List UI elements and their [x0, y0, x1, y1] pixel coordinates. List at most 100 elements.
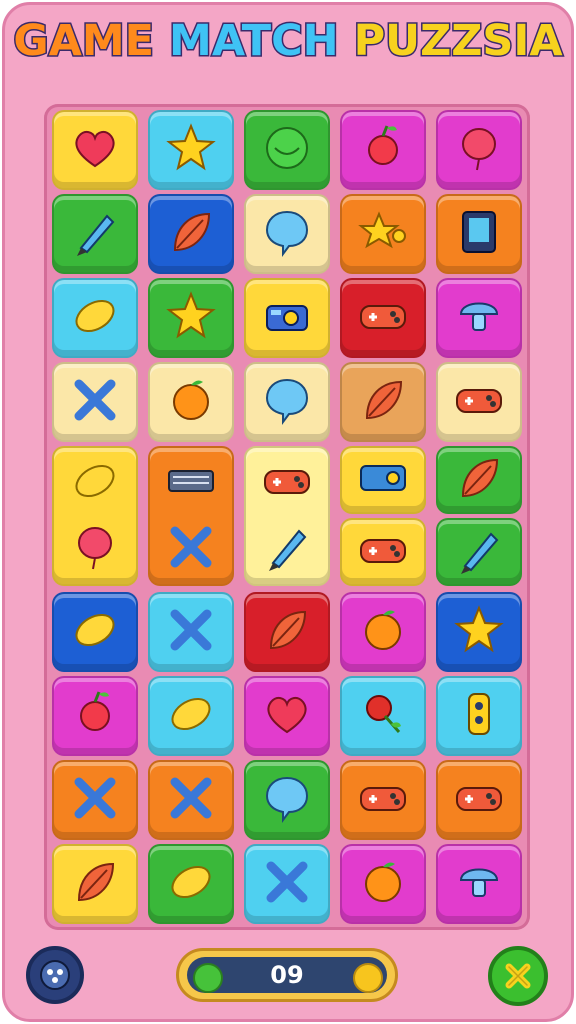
- gamepad-icon: [259, 453, 315, 513]
- title-word-3: PUZZSIA: [352, 15, 564, 68]
- tile-double-c2[interactable]: [244, 446, 330, 586]
- tile-r1-c4[interactable]: [436, 194, 522, 274]
- tile-lower-r1-c2[interactable]: [244, 676, 330, 756]
- balloon-icon: [67, 519, 123, 579]
- leaf-icon: [259, 602, 315, 662]
- title-word-1: GAME: [12, 15, 156, 68]
- tile-lower-r0-c0[interactable]: [52, 592, 138, 672]
- gamepad-icon: [355, 770, 411, 830]
- tile-double-c0[interactable]: [52, 446, 138, 586]
- close-icon: [505, 963, 531, 989]
- tile-r3-c0[interactable]: [52, 362, 138, 442]
- tile-r3-c3[interactable]: [340, 362, 426, 442]
- tile-lower-r3-c4[interactable]: [436, 844, 522, 924]
- tile-r1-c1[interactable]: [148, 194, 234, 274]
- tile-double-c1[interactable]: [148, 446, 234, 586]
- tile-lower-r2-c3[interactable]: [340, 760, 426, 840]
- star-icon: [451, 602, 507, 662]
- rose-icon: [355, 686, 411, 746]
- gamepad-icon: [355, 522, 411, 582]
- lemon-icon: [67, 453, 123, 513]
- device-icon: [451, 204, 507, 264]
- heart-icon: [67, 120, 123, 180]
- tile-r1-c0[interactable]: [52, 194, 138, 274]
- tile-r3-c4[interactable]: [436, 362, 522, 442]
- tile-r3-c1[interactable]: [148, 362, 234, 442]
- cassette-icon: [355, 450, 411, 510]
- speech-bubble-icon: [259, 770, 315, 830]
- tile-r2-c0[interactable]: [52, 278, 138, 358]
- tile-lower-r1-c1[interactable]: [148, 676, 234, 756]
- cross-icon: [163, 770, 219, 830]
- tile-lower-r0-c4[interactable]: [436, 592, 522, 672]
- tile-r2-c3[interactable]: [340, 278, 426, 358]
- cross-icon: [163, 602, 219, 662]
- tile-split-bottom-c3[interactable]: [340, 518, 426, 586]
- gamepad-icon: [355, 288, 411, 348]
- tile-lower-r1-c0[interactable]: [52, 676, 138, 756]
- tile-lower-r1-c4[interactable]: [436, 676, 522, 756]
- tile-r1-c3[interactable]: [340, 194, 426, 274]
- star-icon: [163, 120, 219, 180]
- tile-r1-c2[interactable]: [244, 194, 330, 274]
- tile-r0-c0[interactable]: [52, 110, 138, 190]
- leaf-icon: [451, 450, 507, 510]
- leaf-icon: [355, 372, 411, 432]
- pencil-icon: [67, 204, 123, 264]
- pencil-icon: [451, 522, 507, 582]
- cross-icon: [67, 372, 123, 432]
- gamepad-icon: [451, 372, 507, 432]
- leaf-icon: [163, 204, 219, 264]
- mushroom-icon: [451, 288, 507, 348]
- tile-r0-c2[interactable]: [244, 110, 330, 190]
- tile-lower-r2-c0[interactable]: [52, 760, 138, 840]
- orange-fruit-icon: [355, 602, 411, 662]
- close-button[interactable]: [488, 946, 548, 1006]
- tile-lower-r2-c1[interactable]: [148, 760, 234, 840]
- leaf-icon: [67, 854, 123, 914]
- lemon-icon: [163, 686, 219, 746]
- tile-lower-r3-c0[interactable]: [52, 844, 138, 924]
- cherry-icon: [67, 686, 123, 746]
- tile-lower-r0-c3[interactable]: [340, 592, 426, 672]
- tile-r0-c1[interactable]: [148, 110, 234, 190]
- tile-r3-c2[interactable]: [244, 362, 330, 442]
- tile-lower-r2-c4[interactable]: [436, 760, 522, 840]
- cherry-icon: [355, 120, 411, 180]
- lemon-icon: [163, 854, 219, 914]
- keyboard-icon: [163, 453, 219, 513]
- gamepad-round-icon: [40, 960, 70, 990]
- tile-r2-c1[interactable]: [148, 278, 234, 358]
- tile-lower-r0-c2[interactable]: [244, 592, 330, 672]
- puzzle-star-icon: [355, 204, 411, 264]
- mushroom-icon: [451, 854, 507, 914]
- speech-bubble-icon: [259, 204, 315, 264]
- tile-r2-c2[interactable]: [244, 278, 330, 358]
- tile-r2-c4[interactable]: [436, 278, 522, 358]
- lemon-icon: [67, 288, 123, 348]
- tile-lower-r2-c2[interactable]: [244, 760, 330, 840]
- tile-r0-c4[interactable]: [436, 110, 522, 190]
- orange-fruit-icon: [163, 372, 219, 432]
- game-board: [44, 104, 530, 930]
- balloon-icon: [451, 120, 507, 180]
- speech-bubble-icon: [259, 372, 315, 432]
- tile-lower-r3-c3[interactable]: [340, 844, 426, 924]
- tile-lower-r3-c1[interactable]: [148, 844, 234, 924]
- tile-split-top-c3[interactable]: [340, 446, 426, 514]
- score-value: 09: [270, 961, 304, 989]
- menu-button[interactable]: [26, 946, 84, 1004]
- game-title: GAME MATCH PUZZSIA: [0, 15, 576, 68]
- tile-lower-r3-c2[interactable]: [244, 844, 330, 924]
- tile-r0-c3[interactable]: [340, 110, 426, 190]
- score-bar: 09: [176, 948, 398, 1002]
- tile-lower-r0-c1[interactable]: [148, 592, 234, 672]
- tile-split-top-c4[interactable]: [436, 446, 522, 514]
- green-ball-icon: [259, 120, 315, 180]
- cross-icon: [163, 519, 219, 579]
- gamepad-icon: [451, 770, 507, 830]
- tile-lower-r1-c3[interactable]: [340, 676, 426, 756]
- pencil-icon: [259, 519, 315, 579]
- star-icon: [163, 288, 219, 348]
- tile-split-bottom-c4[interactable]: [436, 518, 522, 586]
